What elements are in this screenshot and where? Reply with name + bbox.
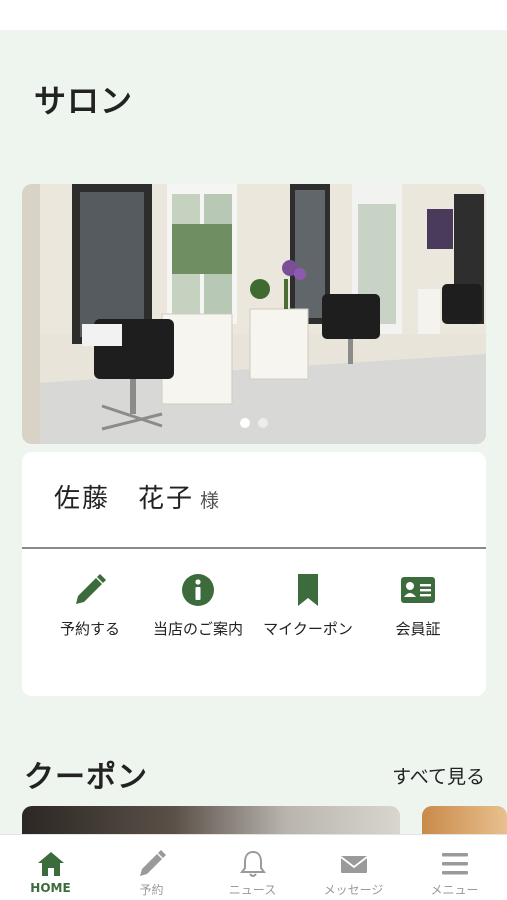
see-all-coupons-link[interactable]: すべて見る: [392, 762, 485, 789]
bottom-tab-bar: HOME 予約 ニュース メッセージ メニュー: [0, 834, 507, 900]
member-panel: 佐藤 花子様 予約する 当店のご案内 マイクーポン 会員証: [22, 452, 486, 696]
salon-section-title: サロン: [34, 82, 134, 120]
store-info-action-label: 当店のご案内: [152, 620, 243, 638]
reserve-action-button[interactable]: 予約する: [32, 560, 148, 656]
reserve-action-label: 予約する: [59, 620, 120, 638]
carousel-dot[interactable]: [258, 418, 268, 428]
tab-message[interactable]: メッセージ: [303, 835, 404, 900]
my-coupon-action-label: マイクーポン: [263, 620, 353, 638]
member-honorific: 様: [200, 490, 222, 512]
member-card-action-button[interactable]: 会員証: [360, 560, 476, 656]
envelope-icon: [339, 856, 368, 873]
divider: [22, 547, 486, 549]
carousel-dots: [22, 413, 486, 432]
menu-icon: [441, 853, 468, 875]
member-card-action-label: 会員証: [395, 620, 441, 638]
info-icon: [182, 574, 214, 606]
member-name-text: 佐藤 花子: [54, 484, 195, 514]
tab-news[interactable]: ニュース: [202, 835, 303, 900]
quick-actions: 予約する 当店のご案内 マイクーポン 会員証: [22, 560, 486, 656]
member-name: 佐藤 花子様: [54, 478, 221, 515]
my-coupon-action-button[interactable]: マイクーポン: [250, 560, 366, 656]
store-info-action-button[interactable]: 当店のご案内: [140, 560, 256, 656]
tab-message-label: メッセージ: [323, 883, 384, 897]
pencil-icon: [76, 574, 106, 604]
tab-news-label: ニュース: [228, 883, 277, 897]
tab-reservation[interactable]: 予約: [101, 835, 202, 900]
tab-home[interactable]: HOME: [0, 835, 101, 900]
status-bar: [0, 0, 507, 30]
home-icon: [37, 852, 64, 876]
id-card-icon: [401, 577, 435, 603]
tab-reservation-label: 予約: [139, 883, 164, 897]
coupon-section-title: クーポン: [24, 760, 148, 795]
tab-menu-label: メニュー: [430, 883, 479, 897]
tab-home-label: HOME: [30, 881, 71, 895]
carousel-dot-active[interactable]: [240, 418, 250, 428]
bell-icon: [239, 850, 266, 877]
tab-menu[interactable]: メニュー: [404, 835, 505, 900]
salon-photo-carousel[interactable]: [22, 184, 486, 444]
pencil-icon: [139, 850, 166, 876]
salon-card: 佐藤 花子様 予約する 当店のご案内 マイクーポン 会員証: [22, 184, 486, 696]
salon-interior-photo: [22, 184, 486, 444]
bookmark-icon: [298, 574, 318, 606]
